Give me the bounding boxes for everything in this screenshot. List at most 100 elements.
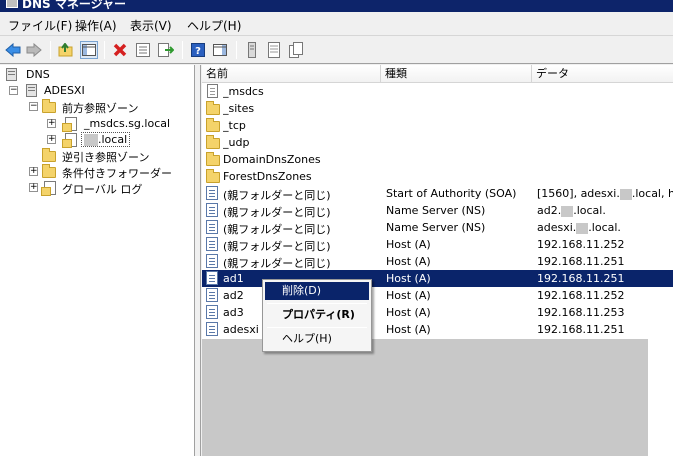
cell-type: Host (A) xyxy=(386,255,431,268)
pane-splitter[interactable] xyxy=(195,65,201,456)
expand-icon[interactable]: + xyxy=(29,183,38,192)
folder-icon xyxy=(42,164,58,179)
dns-root-icon xyxy=(4,68,20,82)
expand-icon[interactable]: + xyxy=(47,135,56,144)
cell-name: _tcp xyxy=(223,119,246,132)
menu-view[interactable]: 表示(V) xyxy=(130,17,172,34)
record-icon xyxy=(206,322,220,337)
cell-data-part: .local. xyxy=(573,204,606,217)
menu-bar: ファイル(F) 操作(A) 表示(V) ヘルプ(H) xyxy=(0,12,673,36)
folder-icon xyxy=(206,118,220,133)
copy-icon[interactable] xyxy=(287,41,305,59)
server-icon xyxy=(24,84,40,98)
toolbar: ? xyxy=(0,37,673,64)
event-log-icon xyxy=(41,181,58,196)
cell-type: Name Server (NS) xyxy=(386,221,486,234)
tree-label-dns: DNS xyxy=(26,68,50,81)
cell-name: _sites xyxy=(223,102,255,115)
expand-icon[interactable]: + xyxy=(29,167,38,176)
menu-help[interactable]: ヘルプ(H) xyxy=(187,17,241,34)
up-level-icon[interactable] xyxy=(57,41,75,59)
table-row[interactable]: (親フォルダーと同じ) Start of Authority (SOA) [15… xyxy=(202,185,673,202)
context-menu-separator xyxy=(267,327,367,328)
cell-name: (親フォルダーと同じ) xyxy=(223,189,331,202)
column-header-type[interactable]: 種類 xyxy=(381,65,532,83)
menu-file[interactable]: ファイル(F) xyxy=(8,17,72,34)
folder-icon xyxy=(206,101,220,116)
server-icon[interactable] xyxy=(243,41,261,59)
cell-data-part: [1560], adesxi. xyxy=(537,187,620,200)
title-bar: DNS マネージャー xyxy=(0,0,673,12)
context-menu: 削除(D) プロパティ(R) ヘルプ(H) xyxy=(262,279,372,352)
tree-label-forward-zones: 前方参照ゾーン xyxy=(62,102,139,115)
cell-type: Name Server (NS) xyxy=(386,204,486,217)
tree-label-server: ADESXI xyxy=(44,84,85,97)
forward-icon[interactable] xyxy=(25,41,43,59)
export-list-icon[interactable] xyxy=(157,41,175,59)
tree-label-global-logs: グローバル ログ xyxy=(62,183,143,196)
cell-name: _msdcs xyxy=(223,85,264,98)
back-icon[interactable] xyxy=(4,41,22,59)
window-title: DNS マネージャー xyxy=(22,0,126,11)
dns-app-icon xyxy=(6,0,18,8)
folder-icon xyxy=(206,152,220,167)
redacted-block xyxy=(561,205,574,217)
record-icon xyxy=(206,254,220,269)
toolbar-separator xyxy=(236,41,237,59)
collapse-icon[interactable]: − xyxy=(9,86,18,95)
tree-label-conditional-forwarders: 条件付きフォワーダー xyxy=(62,167,172,180)
cell-name: (親フォルダーと同じ) xyxy=(223,240,331,253)
expand-icon[interactable]: + xyxy=(47,119,56,128)
record-icon xyxy=(206,203,220,218)
help-icon[interactable]: ? xyxy=(189,41,207,59)
cell-name: adesxi xyxy=(223,323,259,336)
properties-icon[interactable] xyxy=(134,41,152,59)
record-icon xyxy=(206,237,220,252)
cell-type: Host (A) xyxy=(386,323,431,336)
delete-icon[interactable] xyxy=(111,41,129,59)
table-row[interactable]: (親フォルダーと同じ) Host (A) 192.168.11.251 xyxy=(202,253,673,270)
cell-type: Host (A) xyxy=(386,272,431,285)
list-item[interactable]: ForestDnsZones xyxy=(202,168,673,185)
list-item[interactable]: _tcp xyxy=(202,117,673,134)
show-hide-tree-icon[interactable] xyxy=(80,41,98,59)
column-header-name[interactable]: 名前 xyxy=(202,65,381,83)
toolbar-separator xyxy=(50,41,51,59)
cell-data: [1560], adesxi. .local, hos xyxy=(537,187,673,200)
zone-records-icon[interactable] xyxy=(265,41,283,59)
cell-data-part: ad2. xyxy=(537,204,562,217)
context-menu-help[interactable]: ヘルプ(H) xyxy=(265,330,369,348)
cell-data: 192.168.11.251 xyxy=(537,272,625,285)
toolbar-separator xyxy=(104,41,105,59)
context-menu-properties[interactable]: プロパティ(R) xyxy=(265,306,369,324)
show-hide-action-pane-icon[interactable] xyxy=(211,41,229,59)
cell-data: adesxi. .local. xyxy=(537,221,621,234)
table-row[interactable]: (親フォルダーと同じ) Name Server (NS) ad2. .local. xyxy=(202,202,673,219)
menu-action[interactable]: 操作(A) xyxy=(75,17,117,34)
table-row[interactable]: (親フォルダーと同じ) Name Server (NS) adesxi. .loc… xyxy=(202,219,673,236)
list-item[interactable]: _sites xyxy=(202,100,673,117)
redacted-block xyxy=(619,188,632,200)
list-item[interactable]: _udp xyxy=(202,134,673,151)
tree-label-msdcs-zone: _msdcs.sg.local xyxy=(84,117,171,130)
list-item[interactable]: _msdcs xyxy=(202,83,673,100)
context-menu-separator xyxy=(267,303,367,304)
context-menu-delete[interactable]: 削除(D) xyxy=(265,282,369,300)
svg-text:?: ? xyxy=(195,46,201,57)
cell-name: (親フォルダーと同じ) xyxy=(223,223,331,236)
folder-icon xyxy=(206,169,220,184)
record-icon xyxy=(206,220,220,235)
cell-data: 192.168.11.251 xyxy=(537,255,625,268)
collapse-icon[interactable]: − xyxy=(29,102,38,111)
cell-name: ad1 xyxy=(223,272,244,285)
cell-data: ad2. .local. xyxy=(537,204,606,217)
column-header-data[interactable]: データ xyxy=(532,65,673,83)
record-icon xyxy=(206,288,220,303)
cell-name: DomainDnsZones xyxy=(223,153,321,166)
cell-type: Host (A) xyxy=(386,289,431,302)
cell-data: 192.168.11.253 xyxy=(537,306,625,319)
list-item[interactable]: DomainDnsZones xyxy=(202,151,673,168)
tree-label-local-zone-text: .local xyxy=(98,133,128,146)
table-row[interactable]: (親フォルダーと同じ) Host (A) 192.168.11.252 xyxy=(202,236,673,253)
cell-type: Host (A) xyxy=(386,238,431,251)
